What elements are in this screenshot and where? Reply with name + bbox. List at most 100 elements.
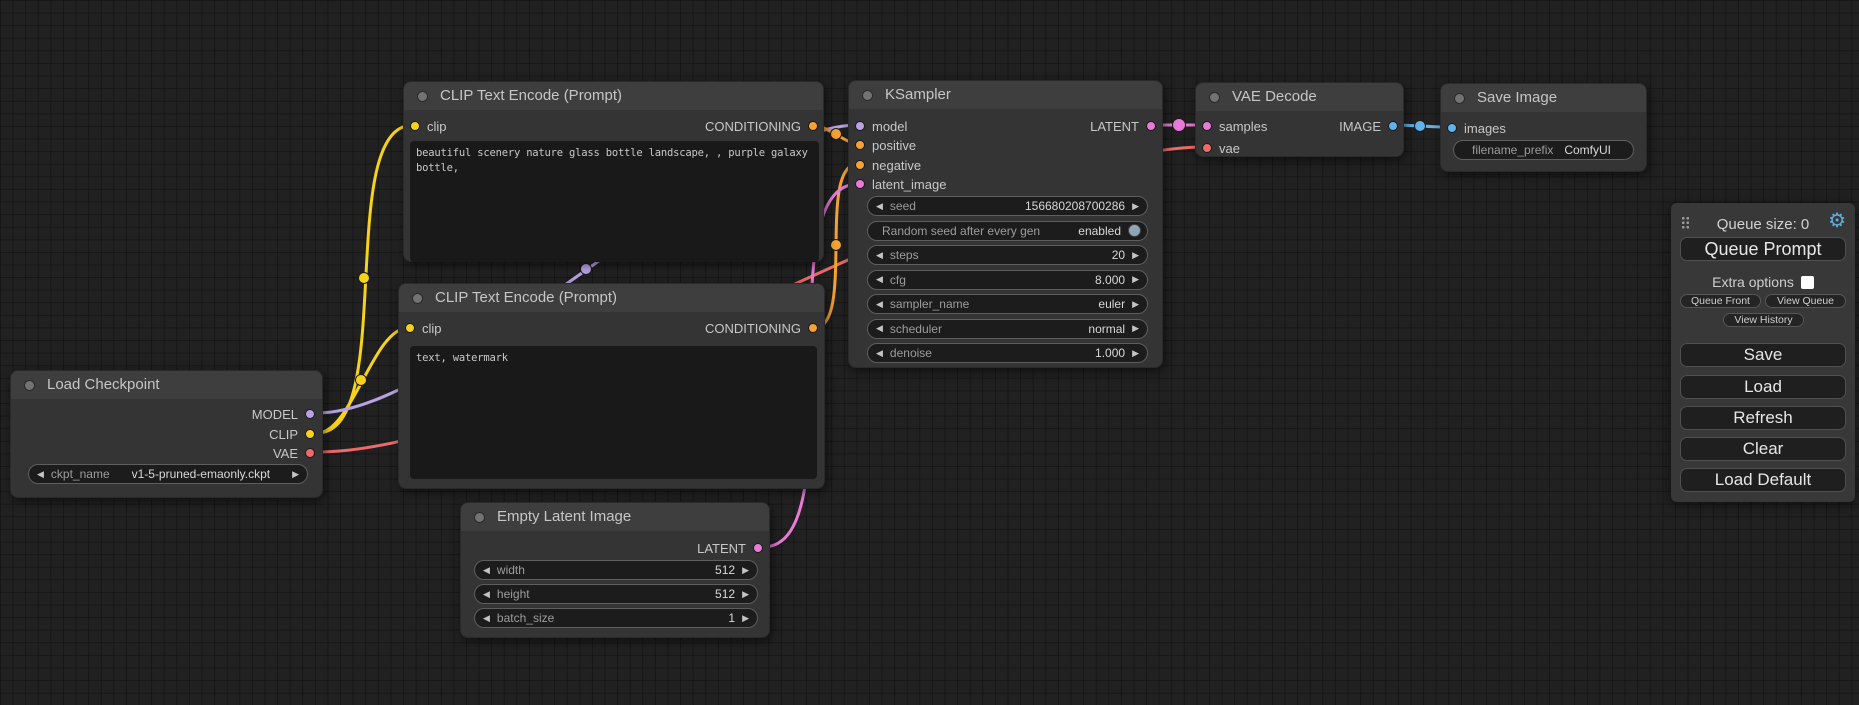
node-title: Empty Latent Image	[497, 508, 631, 525]
batch-size-widget[interactable]: ◀ batch_size 1 ▶	[474, 608, 758, 628]
queue-panel: Queue size: 0 ⚙ Queue Prompt Extra optio…	[1671, 203, 1855, 502]
model-port-icon[interactable]	[855, 121, 865, 131]
collapse-dot-icon[interactable]	[417, 91, 428, 102]
latent-port-icon[interactable]	[1202, 121, 1212, 131]
load-default-button[interactable]: Load Default	[1680, 468, 1846, 492]
node-title-bar[interactable]: VAE Decode	[1196, 83, 1403, 111]
node-load-checkpoint[interactable]: Load Checkpoint MODEL CLIP VAE ◀ ckpt_na…	[10, 370, 323, 498]
latent-port-icon[interactable]	[855, 179, 865, 189]
filename-prefix-widget[interactable]: filename_prefix ComfyUI	[1453, 140, 1634, 160]
arrow-left-icon[interactable]: ◀	[483, 614, 490, 623]
input-images: images	[1447, 121, 1506, 135]
arrow-right-icon[interactable]: ▶	[1132, 300, 1139, 309]
input-clip: clip	[405, 321, 442, 335]
steps-widget[interactable]: ◀ steps 20 ▶	[867, 245, 1148, 265]
node-save-image[interactable]: Save Image images filename_prefix ComfyU…	[1440, 83, 1647, 172]
node-clip-text-encode-positive[interactable]: CLIP Text Encode (Prompt) clip CONDITION…	[403, 81, 824, 262]
node-title-bar[interactable]: KSampler	[849, 81, 1162, 109]
arrow-right-icon[interactable]: ▶	[1132, 324, 1139, 333]
refresh-button[interactable]: Refresh	[1680, 406, 1846, 430]
image-port-icon[interactable]	[1388, 121, 1398, 131]
seed-widget[interactable]: ◀ seed 156680208700286 ▶	[867, 196, 1148, 216]
link-dot	[359, 273, 370, 284]
arrow-right-icon[interactable]: ▶	[1132, 275, 1139, 284]
link-dot	[581, 264, 592, 275]
settings-gear-icon[interactable]: ⚙	[1828, 211, 1846, 231]
arrow-right-icon[interactable]: ▶	[1132, 349, 1139, 358]
arrow-left-icon[interactable]: ◀	[483, 566, 490, 575]
node-title-bar[interactable]: CLIP Text Encode (Prompt)	[399, 284, 824, 312]
model-port-icon[interactable]	[305, 409, 315, 419]
extra-options-checkbox[interactable]	[1801, 276, 1814, 289]
positive-prompt-textarea[interactable]: beautiful scenery nature glass bottle la…	[410, 141, 819, 262]
node-title-bar[interactable]: Load Checkpoint	[11, 371, 322, 399]
load-button[interactable]: Load	[1680, 375, 1846, 399]
clear-button[interactable]: Clear	[1680, 437, 1846, 461]
node-title-bar[interactable]: Save Image	[1441, 84, 1646, 112]
arrow-left-icon[interactable]: ◀	[876, 202, 883, 211]
collapse-dot-icon[interactable]	[1454, 93, 1465, 104]
arrow-right-icon[interactable]: ▶	[1132, 251, 1139, 260]
arrow-left-icon[interactable]: ◀	[876, 349, 883, 358]
clip-port-icon[interactable]	[410, 121, 420, 131]
height-widget[interactable]: ◀ height 512 ▶	[474, 584, 758, 604]
link-dot	[831, 240, 842, 251]
width-widget[interactable]: ◀ width 512 ▶	[474, 560, 758, 580]
output-vae: VAE	[273, 446, 315, 460]
collapse-dot-icon[interactable]	[24, 380, 35, 391]
queue-front-button[interactable]: Queue Front	[1680, 294, 1761, 308]
queue-prompt-button[interactable]: Queue Prompt	[1680, 237, 1846, 261]
cfg-widget[interactable]: ◀ cfg 8.000 ▶	[867, 270, 1148, 290]
arrow-right-icon[interactable]: ▶	[742, 566, 749, 575]
arrow-right-icon[interactable]: ▶	[1132, 202, 1139, 211]
arrow-left-icon[interactable]: ◀	[876, 324, 883, 333]
denoise-widget[interactable]: ◀ denoise 1.000 ▶	[867, 343, 1148, 363]
vae-port-icon[interactable]	[1202, 143, 1212, 153]
collapse-dot-icon[interactable]	[412, 293, 423, 304]
save-button[interactable]: Save	[1680, 343, 1846, 367]
extra-options-label: Extra options	[1712, 274, 1794, 290]
conditioning-port-icon[interactable]	[855, 140, 865, 150]
negative-prompt-textarea[interactable]: text, watermark	[410, 346, 817, 479]
link-dot	[1173, 119, 1186, 132]
node-clip-text-encode-negative[interactable]: CLIP Text Encode (Prompt) clip CONDITION…	[398, 283, 825, 489]
view-history-button[interactable]: View History	[1723, 313, 1804, 327]
node-title-bar[interactable]: Empty Latent Image	[461, 503, 769, 531]
conditioning-port-icon[interactable]	[808, 121, 818, 131]
output-conditioning: CONDITIONING	[705, 119, 818, 133]
arrow-left-icon[interactable]: ◀	[876, 251, 883, 260]
collapse-dot-icon[interactable]	[1209, 92, 1220, 103]
arrow-right-icon[interactable]: ▶	[292, 470, 299, 479]
arrow-left-icon[interactable]: ◀	[876, 300, 883, 309]
output-image: IMAGE	[1339, 119, 1398, 133]
node-vae-decode[interactable]: VAE Decode samples vae IMAGE	[1195, 82, 1404, 157]
node-empty-latent-image[interactable]: Empty Latent Image LATENT ◀ width 512 ▶ …	[460, 502, 770, 638]
comfyui-canvas[interactable]: Load Checkpoint MODEL CLIP VAE ◀ ckpt_na…	[0, 0, 1859, 705]
ckpt-name-widget[interactable]: ◀ ckpt_name v1-5-pruned-emaonly.ckpt ▶	[28, 464, 308, 484]
arrow-right-icon[interactable]: ▶	[742, 590, 749, 599]
node-ksampler[interactable]: KSampler model positive negative latent_…	[848, 80, 1163, 368]
arrow-left-icon[interactable]: ◀	[483, 590, 490, 599]
link-dot	[1415, 121, 1426, 132]
vae-port-icon[interactable]	[305, 448, 315, 458]
random-seed-toggle[interactable]	[1128, 224, 1141, 237]
image-port-icon[interactable]	[1447, 123, 1457, 133]
node-title-bar[interactable]: CLIP Text Encode (Prompt)	[404, 82, 823, 110]
sampler-name-widget[interactable]: ◀ sampler_name euler ▶	[867, 294, 1148, 314]
collapse-dot-icon[interactable]	[862, 90, 873, 101]
arrow-left-icon[interactable]: ◀	[37, 470, 44, 479]
random-seed-widget[interactable]: Random seed after every gen enabled	[867, 221, 1148, 241]
node-title: Load Checkpoint	[47, 376, 160, 393]
latent-port-icon[interactable]	[1146, 121, 1156, 131]
conditioning-port-icon[interactable]	[855, 160, 865, 170]
arrow-left-icon[interactable]: ◀	[876, 275, 883, 284]
output-clip: CLIP	[269, 427, 315, 441]
conditioning-port-icon[interactable]	[808, 323, 818, 333]
view-queue-button[interactable]: View Queue	[1765, 294, 1846, 308]
arrow-right-icon[interactable]: ▶	[742, 614, 749, 623]
clip-port-icon[interactable]	[405, 323, 415, 333]
scheduler-widget[interactable]: ◀ scheduler normal ▶	[867, 319, 1148, 339]
latent-port-icon[interactable]	[753, 543, 763, 553]
clip-port-icon[interactable]	[305, 429, 315, 439]
collapse-dot-icon[interactable]	[474, 512, 485, 523]
